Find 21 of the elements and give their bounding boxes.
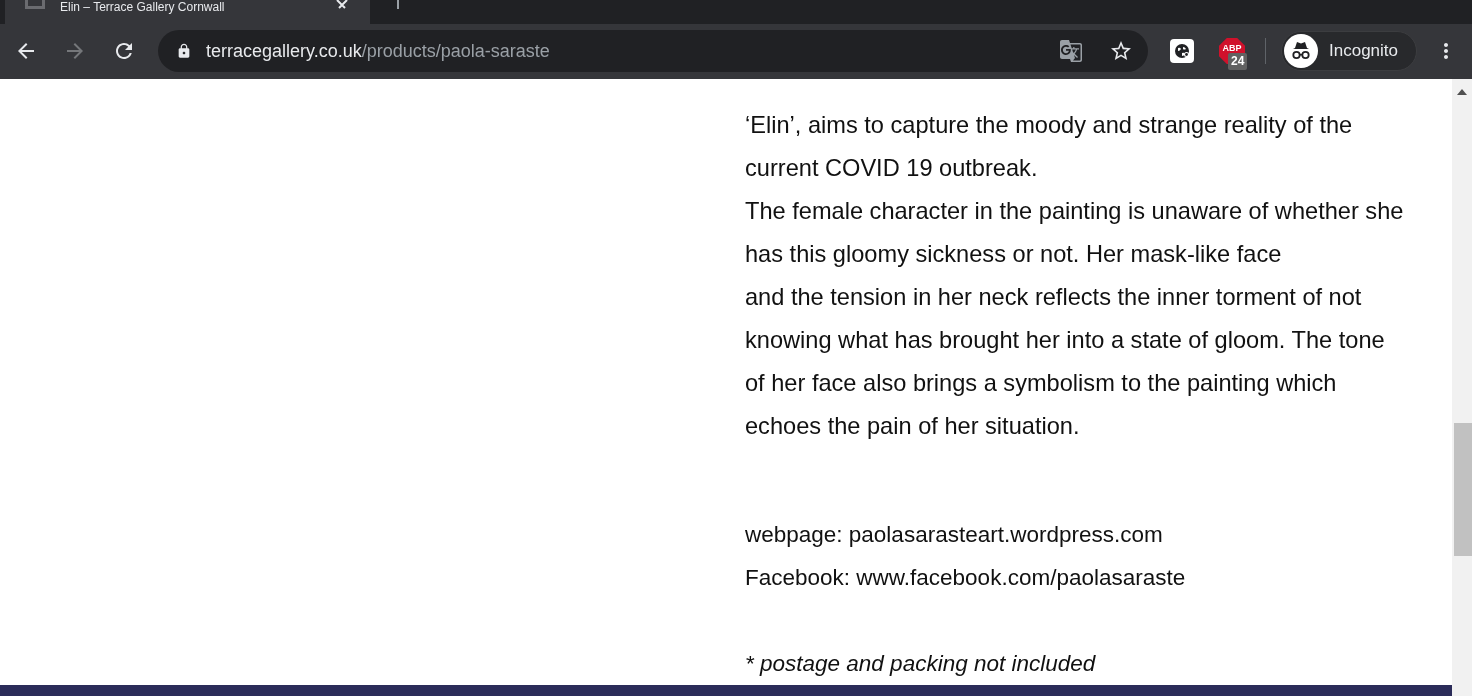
favicon-icon (25, 0, 45, 9)
tab-title: Elin – Terrace Gallery Cornwall (60, 0, 226, 14)
star-icon[interactable] (1109, 39, 1133, 63)
scrollbar-thumb[interactable] (1454, 423, 1472, 556)
hat-glasses-icon (1284, 34, 1318, 68)
browser-tab[interactable]: Elin – Terrace Gallery Cornwall (5, 0, 370, 24)
notification-count: 24 (1228, 53, 1248, 70)
globe-icon[interactable] (1170, 39, 1194, 63)
description-paragraph: and the tension in her neck reflects the inner torment of not knowing what has brought her into a state of gloom. The tone of her face also brings a symbolism to the painting which echoes the pain of her situation. (745, 283, 1386, 441)
scrollbar-track[interactable] (1452, 79, 1472, 696)
translate-icon[interactable] (1059, 39, 1083, 63)
url-text: terracegallery.co.uk/products/paola-saraste (206, 40, 551, 62)
lock-icon (176, 43, 192, 59)
scroll-up-arrow-icon[interactable] (1457, 89, 1467, 95)
contact-line: webpage: paolasarasteart.wordpress.com (745, 521, 1164, 549)
profile-button[interactable]: Incognito (1281, 31, 1417, 71)
shipping-note: * postage and packing not included (745, 650, 1097, 678)
contact-line: Facebook: www.facebook.com/paolasaraste (745, 564, 1187, 592)
address-bar[interactable]: terracegallery.co.uk/products/paola-saraste (158, 30, 1148, 72)
description-paragraph: ‘Elin’, aims to capture the moody and strange reality of the current COVID 19 outbreak. (745, 111, 1354, 183)
close-icon[interactable] (336, 0, 348, 9)
